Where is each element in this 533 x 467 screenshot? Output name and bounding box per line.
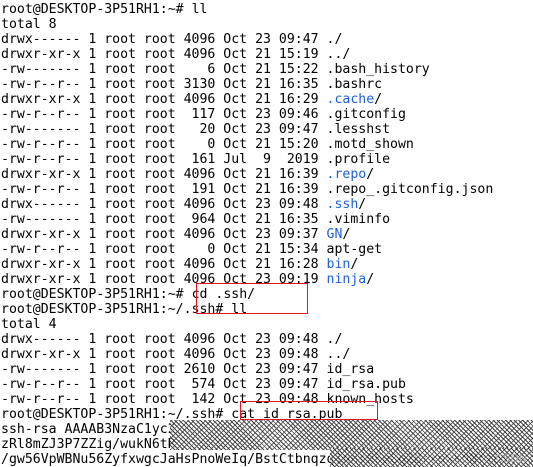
- ls-entry-meta: drwx------ 1 root root 4096 Oct 23 09:48: [1, 197, 327, 212]
- ls-entry: -rw-r--r-- 1 root root 161 Jul 9 2019 .p…: [0, 152, 533, 167]
- ls-entry-dirname: ninja: [326, 272, 367, 287]
- ls-entry-meta: drwxr-xr-x 1 root root 4096 Oct 23 09:37: [1, 227, 327, 242]
- ls-entry-meta: -rw-r--r-- 1 root root 117 Oct 23 09:46: [1, 107, 327, 122]
- ls-entry: -rw-r--r-- 1 root root 0 Oct 21 15:34 ap…: [0, 242, 533, 257]
- ls-entry: drwxr-xr-x 1 root root 4096 Oct 23 09:48…: [0, 347, 533, 362]
- ls-entry-meta: -rw-r--r-- 1 root root 191 Oct 21 16:39: [1, 182, 327, 197]
- ls-entry-filename: .lesshst: [326, 122, 391, 137]
- ls-entry-meta: -rw-r--r-- 1 root root 0 Oct 21 15:20: [1, 137, 327, 152]
- ls-entry-dirname: bin: [326, 257, 351, 272]
- ls-entry-filename: id_rsa.pub: [326, 377, 406, 392]
- ls-entry: drwxr-xr-x 1 root root 4096 Oct 21 16:39…: [0, 167, 533, 182]
- ls-entry: -rw------- 1 root root 6 Oct 21 15:22 .b…: [0, 62, 533, 77]
- ls-entry-filename: ../: [326, 347, 351, 362]
- ls-entry: drwx------ 1 root root 4096 Oct 23 09:48…: [0, 332, 533, 347]
- ls-entry-meta: drwx------ 1 root root 4096 Oct 23 09:48: [1, 332, 327, 347]
- ls-entry: -rw-r--r-- 1 root root 191 Oct 21 16:39 …: [0, 182, 533, 197]
- ls-entry-filename: .motd_shown: [326, 137, 414, 152]
- ls-entry-meta: -rw-r--r-- 1 root root 142 Oct 23 09:48: [1, 392, 327, 407]
- ls-entry-suffix: /: [366, 167, 375, 182]
- prompt-line: root@DESKTOP-3P51RH1:~/.ssh# ll: [0, 302, 533, 317]
- ls-entry: drwxr-xr-x 1 root root 4096 Oct 21 16:28…: [0, 257, 533, 272]
- ls-entry-meta: drwxr-xr-x 1 root root 4096 Oct 23 09:19: [1, 272, 327, 287]
- watermark: CSDN: [495, 452, 527, 465]
- ls-entry-meta: -rw------- 1 root root 2610 Oct 23 09:47: [1, 362, 327, 377]
- ls-entry-filename: ./: [326, 332, 343, 347]
- shell-command: ll: [191, 2, 208, 17]
- ls-entry-dirname: .cache: [326, 92, 375, 107]
- ls-entry-suffix: /: [342, 227, 351, 242]
- ls-entry-dirname: GN: [326, 227, 343, 242]
- ls-entry-meta: drwx------ 1 root root 4096 Oct 23 09:47: [1, 32, 327, 47]
- ls-entry: drwx------ 1 root root 4096 Oct 23 09:48…: [0, 197, 533, 212]
- shell-prompt: root@DESKTOP-3P51RH1:~/.ssh#: [1, 302, 232, 317]
- ls-entry-filename: known_hosts: [326, 392, 414, 407]
- ls-entry-suffix: /: [358, 197, 367, 212]
- ls-entry-filename: .profile: [326, 152, 391, 167]
- redacted-key-region: [170, 420, 533, 450]
- ls-entry: drwxr-xr-x 1 root root 4096 Oct 23 09:37…: [0, 227, 533, 242]
- ls-entry-meta: drwxr-xr-x 1 root root 4096 Oct 21 16:29: [1, 92, 327, 107]
- output-line: total 8: [1, 17, 57, 32]
- ls-entry: -rw------- 1 root root 2610 Oct 23 09:47…: [0, 362, 533, 377]
- ls-entry-meta: -rw------- 1 root root 964 Oct 21 16:35: [1, 212, 327, 227]
- ls-entry-filename: .gitconfig: [326, 107, 406, 122]
- ls-entry: -rw-r--r-- 1 root root 117 Oct 23 09:46 …: [0, 107, 533, 122]
- ls-entry-filename: .viminfo: [326, 212, 391, 227]
- ls-entry-meta: drwxr-xr-x 1 root root 4096 Oct 21 16:39: [1, 167, 327, 182]
- ls-entry-meta: drwxr-xr-x 1 root root 4096 Oct 23 09:48: [1, 347, 327, 362]
- ls-entry-meta: drwxr-xr-x 1 root root 4096 Oct 21 16:28: [1, 257, 327, 272]
- ls-entry-suffix: /: [350, 257, 359, 272]
- ls-entry-filename: apt-get: [326, 242, 383, 257]
- terminal-window[interactable]: root@DESKTOP-3P51RH1:~# ll total 8 drwx---…: [0, 0, 533, 467]
- ls-entry: drwxr-xr-x 1 root root 4096 Oct 21 16:29…: [0, 92, 533, 107]
- ls-entry-suffix: /: [374, 92, 383, 107]
- ls-entry-suffix: /: [366, 272, 375, 287]
- ls-entry-meta: -rw------- 1 root root 20 Oct 23 09:47: [1, 122, 327, 137]
- ls-entry-filename: .bashrc: [326, 77, 383, 92]
- shell-prompt: root@DESKTOP-3P51RH1:~#: [1, 2, 192, 17]
- ls-entry-meta: -rw-r--r-- 1 root root 161 Jul 9 2019: [1, 152, 327, 167]
- ls-entry-filename: ../: [326, 47, 351, 62]
- ls-entry: -rw-r--r-- 1 root root 0 Oct 21 15:20 .m…: [0, 137, 533, 152]
- ls-entry: -rw-r--r-- 1 root root 3130 Oct 21 16:35…: [0, 77, 533, 92]
- ls-entry: drwxr-xr-x 1 root root 4096 Oct 23 09:19…: [0, 272, 533, 287]
- ls-entry-meta: -rw-r--r-- 1 root root 0 Oct 21 15:34: [1, 242, 327, 257]
- ls-entry-filename: .bash_history: [326, 62, 430, 77]
- output-line: total 4: [1, 317, 57, 332]
- ls-entry-dirname: .ssh: [326, 197, 359, 212]
- ls-entry-meta: -rw-r--r-- 1 root root 3130 Oct 21 16:35: [1, 77, 327, 92]
- shell-prompt: root@DESKTOP-3P51RH1:~#: [1, 287, 192, 302]
- ls-entry: -rw------- 1 root root 964 Oct 21 16:35 …: [0, 212, 533, 227]
- shell-command: cd .ssh/: [191, 287, 256, 302]
- ls-entry-filename: .repo_.gitconfig.json: [326, 182, 494, 197]
- ls-entry: drwx------ 1 root root 4096 Oct 23 09:47…: [0, 32, 533, 47]
- prompt-line: root@DESKTOP-3P51RH1:~# cd .ssh/: [0, 287, 533, 302]
- ls-entry-meta: drwxr-xr-x 1 root root 4096 Oct 21 15:19: [1, 47, 327, 62]
- ls-entry: -rw-r--r-- 1 root root 142 Oct 23 09:48 …: [0, 392, 533, 407]
- ls-entry: -rw-r--r-- 1 root root 574 Oct 23 09:47 …: [0, 377, 533, 392]
- prompt-line: root@DESKTOP-3P51RH1:~# ll: [0, 2, 533, 17]
- ls-entry-meta: -rw------- 1 root root 6 Oct 21 15:22: [1, 62, 327, 77]
- ls-entry: -rw------- 1 root root 20 Oct 23 09:47 .…: [0, 122, 533, 137]
- ls-entry-meta: -rw-r--r-- 1 root root 574 Oct 23 09:47: [1, 377, 327, 392]
- ls-entry: drwxr-xr-x 1 root root 4096 Oct 21 15:19…: [0, 47, 533, 62]
- shell-command: ll: [231, 302, 248, 317]
- ls-entry-dirname: .repo: [326, 167, 367, 182]
- ls-entry-filename: id_rsa: [326, 362, 375, 377]
- ls-entry-filename: ./: [326, 32, 343, 47]
